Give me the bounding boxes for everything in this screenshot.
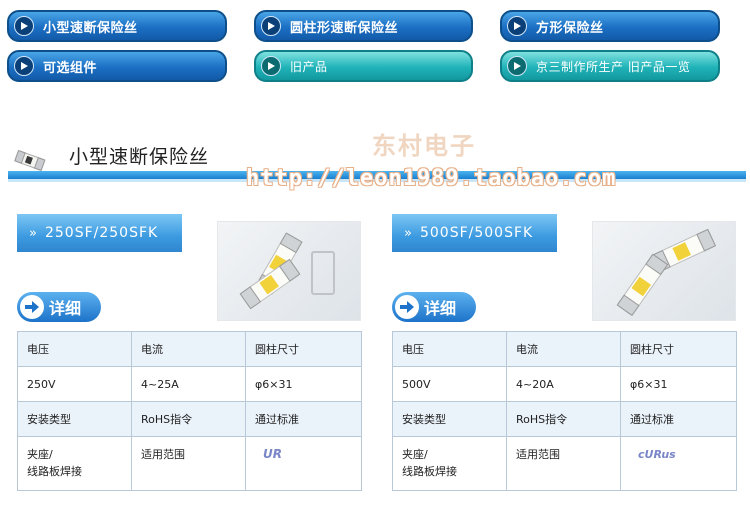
nav-label: 可选组件 — [43, 60, 98, 76]
double-chevron-icon: » — [29, 225, 38, 241]
spec-header-voltage: 电压 — [17, 331, 132, 367]
spec-header-mount: 安装类型 — [17, 401, 132, 437]
nav-kyosan-old-products[interactable]: 京三制作所生产 旧产品一览 — [500, 50, 720, 82]
spec-size: φ6×31 — [620, 366, 737, 402]
spec-table: 电压 电流 圆柱尺寸 250V 4~25A φ6×31 安装类型 RoHS指令 … — [17, 331, 362, 491]
nav-label: 旧产品 — [290, 59, 328, 74]
spec-header-current: 电流 — [506, 331, 621, 367]
watermark-url: http://leon1989.taobao.com — [246, 166, 617, 191]
play-icon — [261, 16, 281, 36]
section-title: 小型速断保险丝 — [69, 146, 210, 168]
product-name: 500SF/500SFK — [419, 225, 534, 241]
spec-header-size: 圆柱尺寸 — [245, 331, 362, 367]
detail-button[interactable]: 详细 — [17, 292, 101, 322]
nav-cylindrical-fast-fuse[interactable]: 圆柱形速断保险丝 — [254, 10, 473, 42]
play-icon — [14, 16, 34, 36]
product-photo — [217, 221, 361, 321]
nav-label: 圆柱形速断保险丝 — [290, 20, 399, 36]
product-name-banner[interactable]: » 250SF/250SFK — [17, 214, 182, 252]
fuse-photo-icon — [239, 232, 335, 310]
spec-header-size: 圆柱尺寸 — [620, 331, 737, 367]
curus-mark-icon: cURus — [638, 448, 676, 461]
spec-size: φ6×31 — [245, 366, 362, 402]
nav-old-products[interactable]: 旧产品 — [254, 50, 473, 82]
arrow-right-icon — [395, 295, 419, 319]
spec-current: 4~25A — [131, 366, 246, 402]
play-icon — [14, 56, 34, 76]
spec-header-standard: 通过标准 — [620, 401, 737, 437]
spec-voltage: 250V — [17, 366, 132, 402]
play-icon — [261, 56, 281, 76]
detail-button[interactable]: 详细 — [392, 292, 476, 322]
spec-header-standard: 通过标准 — [245, 401, 362, 437]
product-name: 250SF/250SFK — [44, 225, 159, 241]
spec-header-current: 电流 — [131, 331, 246, 367]
play-icon — [507, 16, 527, 36]
spec-current: 4~20A — [506, 366, 621, 402]
arrow-right-icon — [20, 295, 44, 319]
spec-scope: 适用范围 — [506, 436, 621, 491]
nav-optional-components[interactable]: 可选组件 — [7, 50, 227, 82]
watermark-shop: 东村电子 — [372, 131, 476, 160]
play-icon — [507, 56, 527, 76]
nav-square-fuse[interactable]: 方形保险丝 — [500, 10, 720, 42]
spec-header-rohs: RoHS指令 — [131, 401, 246, 437]
spec-header-rohs: RoHS指令 — [506, 401, 621, 437]
nav-label: 京三制作所生产 旧产品一览 — [536, 59, 691, 74]
ur-mark-icon: UR — [263, 447, 282, 461]
detail-label: 详细 — [424, 299, 457, 318]
spec-cert: cURus — [620, 436, 737, 491]
product-photo — [592, 221, 736, 321]
detail-label: 详细 — [49, 299, 82, 318]
spec-mount: 夹座/ 线路板焊接 — [392, 436, 507, 491]
nav-label: 小型速断保险丝 — [43, 20, 138, 36]
double-chevron-icon: » — [404, 225, 413, 241]
nav-label: 方形保险丝 — [536, 20, 604, 36]
spec-mount: 夹座/ 线路板焊接 — [17, 436, 132, 491]
spec-voltage: 500V — [392, 366, 507, 402]
spec-scope: 适用范围 — [131, 436, 246, 491]
spec-table: 电压 电流 圆柱尺寸 500V 4~20A φ6×31 安装类型 RoHS指令 … — [392, 331, 737, 491]
spec-cert: UR — [245, 436, 362, 491]
spec-header-voltage: 电压 — [392, 331, 507, 367]
nav-small-fast-fuse[interactable]: 小型速断保险丝 — [7, 10, 227, 42]
spec-header-mount: 安装类型 — [392, 401, 507, 437]
product-name-banner[interactable]: » 500SF/500SFK — [392, 214, 557, 252]
fuse-photo-icon — [616, 228, 717, 317]
